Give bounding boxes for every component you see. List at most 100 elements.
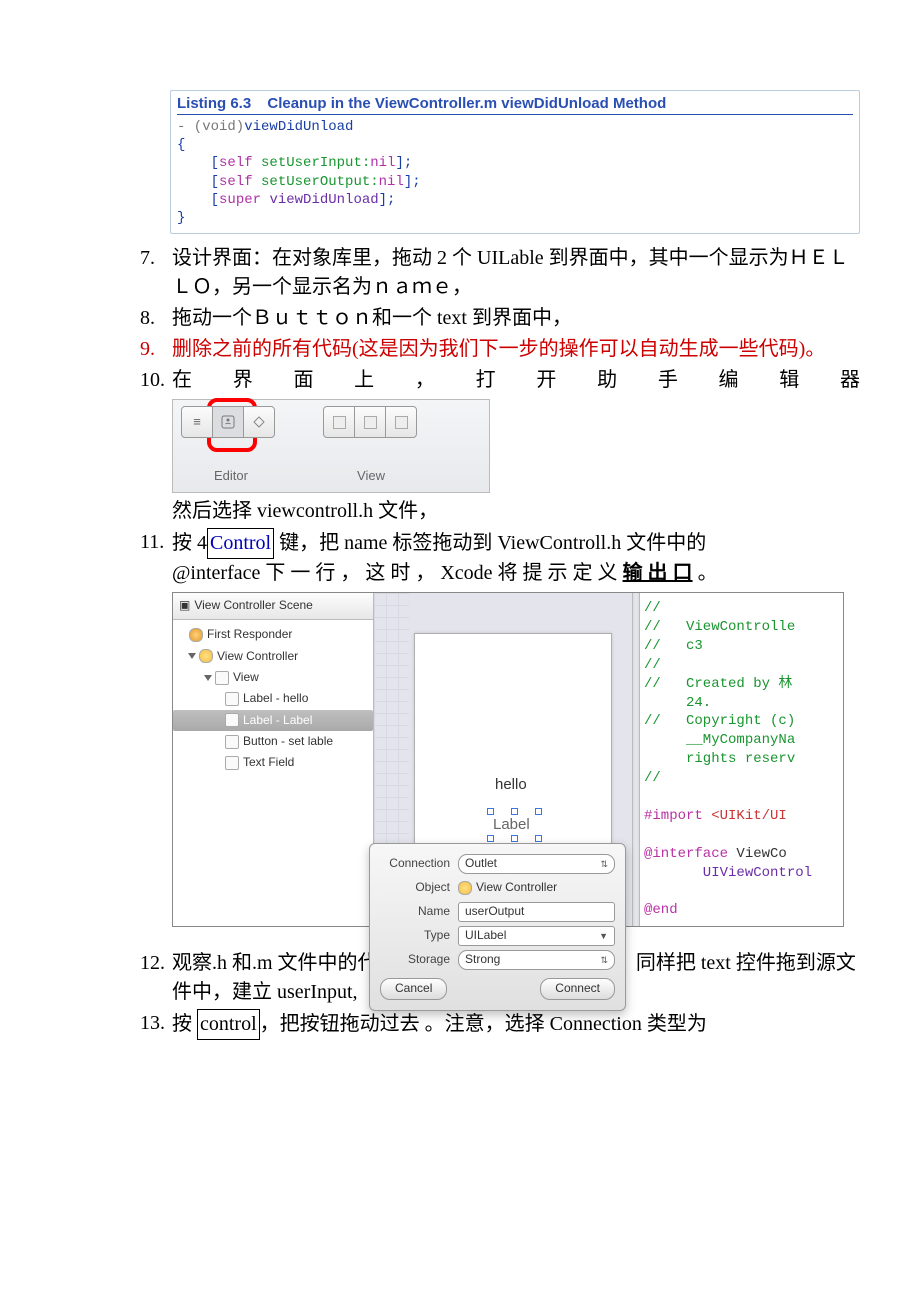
editor-toolbar: ≡ Editor View [172, 399, 490, 493]
uilabel-hello[interactable]: hello [495, 774, 527, 796]
listing-code: - (void)viewDidUnload { [self setUserInp… [177, 118, 853, 227]
view-segmented[interactable] [323, 406, 417, 438]
item-text: 拖动一个Ｂｕｔｔｏｎ和一个 text 到界面中， [172, 304, 860, 333]
name-label: Name [380, 903, 450, 920]
tree-textfield[interactable]: Text Field [173, 752, 373, 773]
code-end: @end [644, 902, 678, 918]
uilabel-text: Label [493, 816, 530, 833]
tree-label: First Responder [207, 626, 292, 643]
editor-standard-icon[interactable]: ≡ [182, 407, 212, 437]
code-line: rights reserv [644, 751, 795, 767]
tree-view[interactable]: View [173, 667, 373, 688]
row-type: Type UILabel ▼ [380, 924, 615, 948]
item-number: 8. [140, 304, 172, 333]
item-text-line: 然后选择 viewcontroll.h 文件， [172, 500, 438, 522]
code-line: // ViewControlle [644, 619, 795, 635]
cancel-button[interactable]: Cancel [380, 978, 447, 1000]
list-item: 11. 按 4Control 键，把 name 标签拖动到 ViewContro… [140, 528, 860, 947]
tree-label-label[interactable]: Label - Label [173, 710, 373, 731]
type-label: Type [380, 927, 450, 944]
item-text: 在 界 面 上 ， 打 开 助 手 编 辑 器 ≡ Editor [172, 366, 860, 526]
item-text: 按 4Control 键，把 name 标签拖动到 ViewControll.h… [172, 528, 860, 947]
code-listing: Listing 6.3 Cleanup in the ViewControlle… [170, 90, 860, 234]
listing-title: Listing 6.3 Cleanup in the ViewControlle… [177, 95, 853, 115]
code-interface: @interface [644, 846, 728, 862]
storage-select[interactable]: Strong⇅ [458, 950, 615, 970]
item-number: 11. [140, 528, 172, 947]
connect-button[interactable]: Connect [540, 978, 615, 1000]
vc-icon [199, 649, 213, 663]
code-line: // Created by 林 [644, 676, 792, 692]
connection-label: Connection [380, 855, 450, 872]
label-icon [225, 692, 239, 706]
xcode-code-editor[interactable]: // // ViewControlle // c3 // // Created … [640, 593, 843, 926]
list-item: 9. 删除之前的所有代码(这是因为我们下一步的操作可以自动生成一些代码)。 [140, 335, 860, 364]
key-control: Control [207, 528, 274, 559]
code-line: __MyCompanyNa [644, 732, 795, 748]
view-left-icon[interactable] [324, 407, 354, 437]
tree-label: Text Field [243, 754, 294, 771]
text-emphasis: 输 出 口 [623, 562, 693, 584]
key-control: control [197, 1009, 260, 1040]
object-value: View Controller [476, 879, 557, 896]
type-select[interactable]: UILabel ▼ [458, 926, 615, 946]
disclosure-icon[interactable] [204, 675, 212, 681]
item-number: 13. [140, 1009, 172, 1040]
listing-caption: Cleanup in the ViewController.m viewDidU… [267, 95, 666, 112]
item-text-line: 在 界 面 上 ， 打 开 助 手 编 辑 器 [172, 366, 860, 395]
xcode-canvas[interactable]: hello Label Connection Outlet⇅ [374, 593, 632, 926]
code-line: // Copyright (c) [644, 713, 795, 729]
vc-icon [458, 881, 472, 895]
code-line: // [644, 770, 661, 786]
list-item: 10. 在 界 面 上 ， 打 开 助 手 编 辑 器 ≡ Editor [140, 366, 860, 526]
name-input[interactable]: userOutput [458, 902, 615, 922]
disclosure-icon[interactable] [188, 653, 196, 659]
list-item: 7. 设计界面：在对象库里，拖动 2 个 UILable 到界面中，其中一个显示… [140, 244, 860, 302]
view-icon [215, 671, 229, 685]
view-right-icon[interactable] [385, 407, 416, 437]
scene-title-text: View Controller Scene [194, 597, 313, 614]
connection-value: Outlet [465, 855, 497, 872]
object-label: Object [380, 879, 450, 896]
code-line: // [644, 600, 661, 616]
tree-view-controller[interactable]: View Controller [173, 646, 373, 667]
uilabel-label[interactable]: Label [493, 814, 530, 836]
list-item: 13. 按 control，把按钮拖动过去 。注意，选择 Connection … [140, 1009, 860, 1040]
chevron-down-icon: ▼ [599, 930, 608, 943]
connection-select[interactable]: Outlet⇅ [458, 854, 615, 874]
editor-version-icon[interactable] [243, 407, 274, 437]
tree-label: Button - set lable [243, 733, 333, 750]
code-line: // c3 [644, 638, 703, 654]
popover-buttons: Cancel Connect [380, 978, 615, 1000]
tree-first-responder[interactable]: First Responder [173, 624, 373, 645]
text-fragment: 按 4 [172, 532, 207, 554]
connection-popover[interactable]: Connection Outlet⇅ Object View Controlle… [369, 843, 626, 1011]
outline-title: ▣ View Controller Scene [173, 593, 373, 620]
row-storage: Storage Strong⇅ [380, 948, 615, 972]
text-fragment: @interface 下 一 行 ， 这 时 ， Xcode 将 提 示 定 义 [172, 562, 623, 584]
item-text: 按 control，把按钮拖动过去 。注意，选择 Connection 类型为 [172, 1009, 860, 1040]
code-import-path: <UIKit/UI [711, 808, 787, 824]
button-icon [225, 735, 239, 749]
name-value: userOutput [465, 903, 524, 920]
tree-label: View [233, 669, 259, 686]
item-number: 7. [140, 244, 172, 302]
code-line: 24. [644, 695, 711, 711]
listing-number: Listing 6.3 [177, 95, 251, 112]
storage-label: Storage [380, 951, 450, 968]
item-text: 删除之前的所有代码(这是因为我们下一步的操作可以自动生成一些代码)。 [172, 335, 860, 364]
textfield-icon [225, 756, 239, 770]
type-value: UILabel [465, 927, 506, 944]
outline-tree[interactable]: First Responder View Controller View Lab… [173, 620, 373, 778]
stepper-icon: ⇅ [600, 954, 608, 967]
view-bottom-icon[interactable] [354, 407, 385, 437]
row-name: Name userOutput [380, 900, 615, 924]
editor-segmented[interactable]: ≡ [181, 406, 275, 438]
tree-button[interactable]: Button - set lable [173, 731, 373, 752]
tree-label: Label - hello [243, 690, 308, 707]
code-import: #import [644, 808, 711, 824]
xcode-outline[interactable]: ▣ View Controller Scene First Responder … [173, 593, 374, 926]
editor-assistant-icon[interactable] [212, 407, 243, 437]
split-handle[interactable] [632, 593, 640, 926]
tree-label-hello[interactable]: Label - hello [173, 688, 373, 709]
